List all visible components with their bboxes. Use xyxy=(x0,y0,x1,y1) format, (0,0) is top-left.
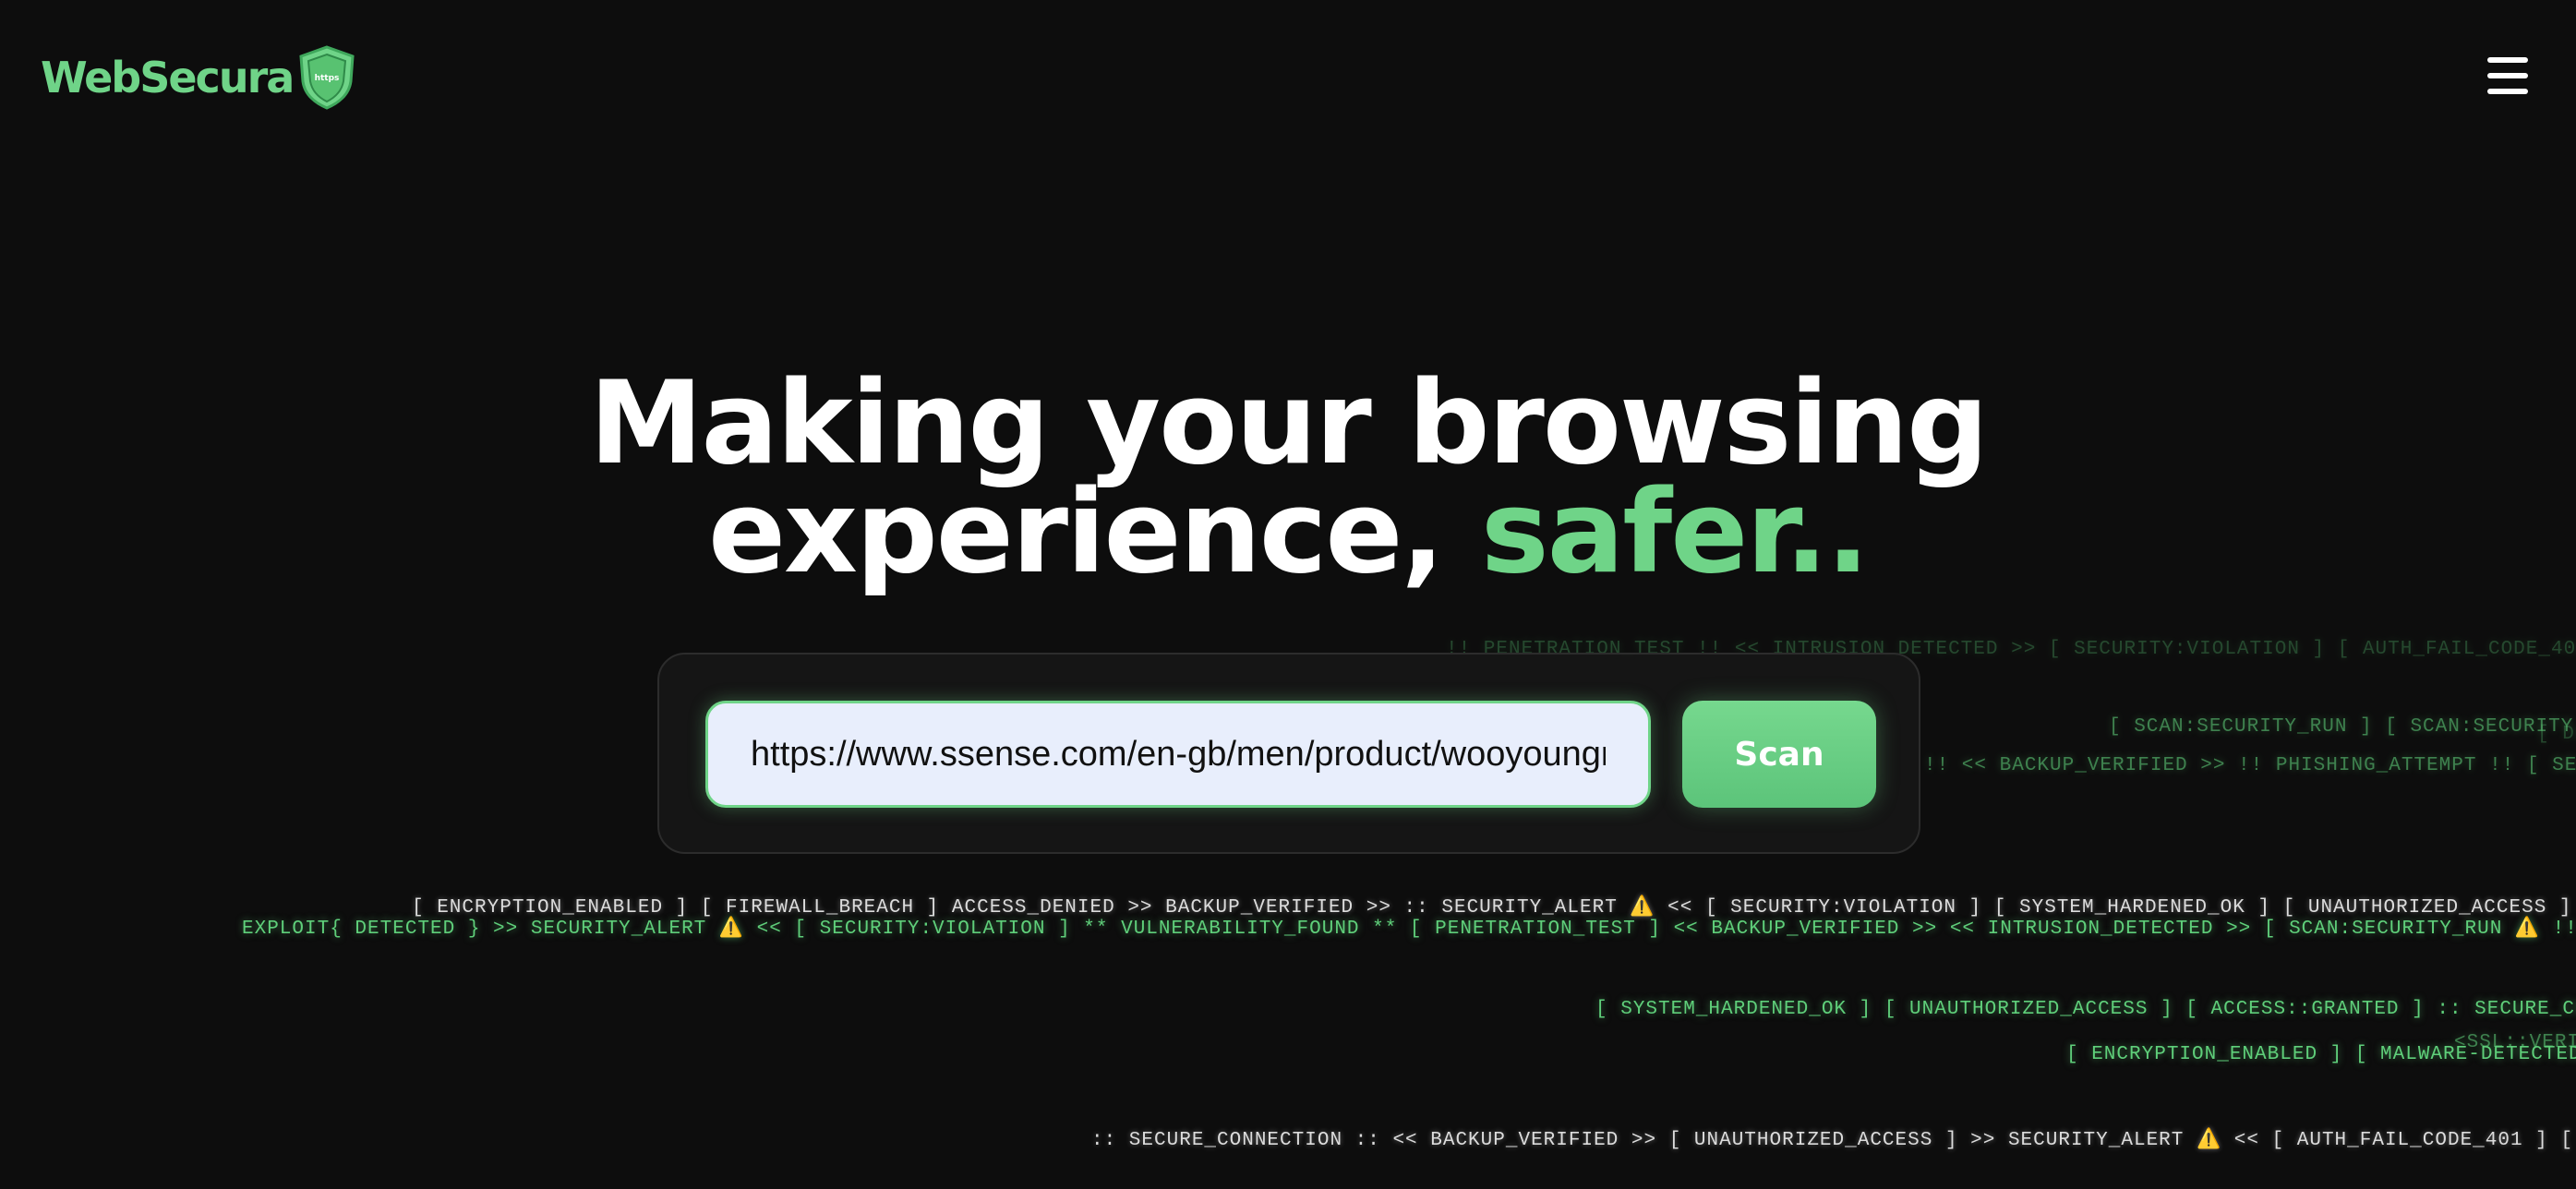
code-line: EXPLOIT{ DETECTED } >> SECURITY_ALERT ⚠️… xyxy=(242,919,2576,940)
shield-text: https xyxy=(315,74,340,83)
menu-bar xyxy=(2487,57,2528,63)
hamburger-menu-icon[interactable] xyxy=(2487,57,2528,94)
code-line: !! << BACKUP_VERIFIED >> !! PHISHING_ATT… xyxy=(1924,755,2576,776)
code-line: [ DE xyxy=(2537,724,2576,745)
scan-card: Scan xyxy=(657,653,1920,854)
hero-line-2-prefix: experience, xyxy=(707,466,1481,599)
menu-bar xyxy=(2487,73,2528,78)
brand-name: WebSecura xyxy=(41,53,295,102)
code-line: [ SYSTEM_HARDENED_OK ] [ UNAUTHORIZED_AC… xyxy=(1595,999,2576,1020)
page: !! PENETRATION_TEST !! << INTRUSION_DETE… xyxy=(0,0,2576,1189)
code-line: [ SCAN:SECURITY_RUN ] [ SCAN:SECURITY xyxy=(2109,716,2574,738)
brand-logo[interactable]: WebSecura https xyxy=(41,44,357,111)
menu-bar xyxy=(2487,89,2528,94)
url-input[interactable] xyxy=(705,701,1651,808)
code-line: [ ENCRYPTION_ENABLED ] [ MALWARE-DETECTE… xyxy=(2066,1044,2576,1065)
shield-icon: https xyxy=(299,45,355,110)
scan-button[interactable]: Scan xyxy=(1682,701,1876,808)
hero-headline: Making your browsing experience, safer.. xyxy=(0,366,2576,590)
code-line: :: SECURE_CONNECTION :: << BACKUP_VERIFI… xyxy=(1091,1130,2576,1151)
hero-line-2-accent: safer.. xyxy=(1480,466,1870,599)
code-line: [ ENCRYPTION_ENABLED ] [ FIREWALL_BREACH… xyxy=(412,897,2576,919)
